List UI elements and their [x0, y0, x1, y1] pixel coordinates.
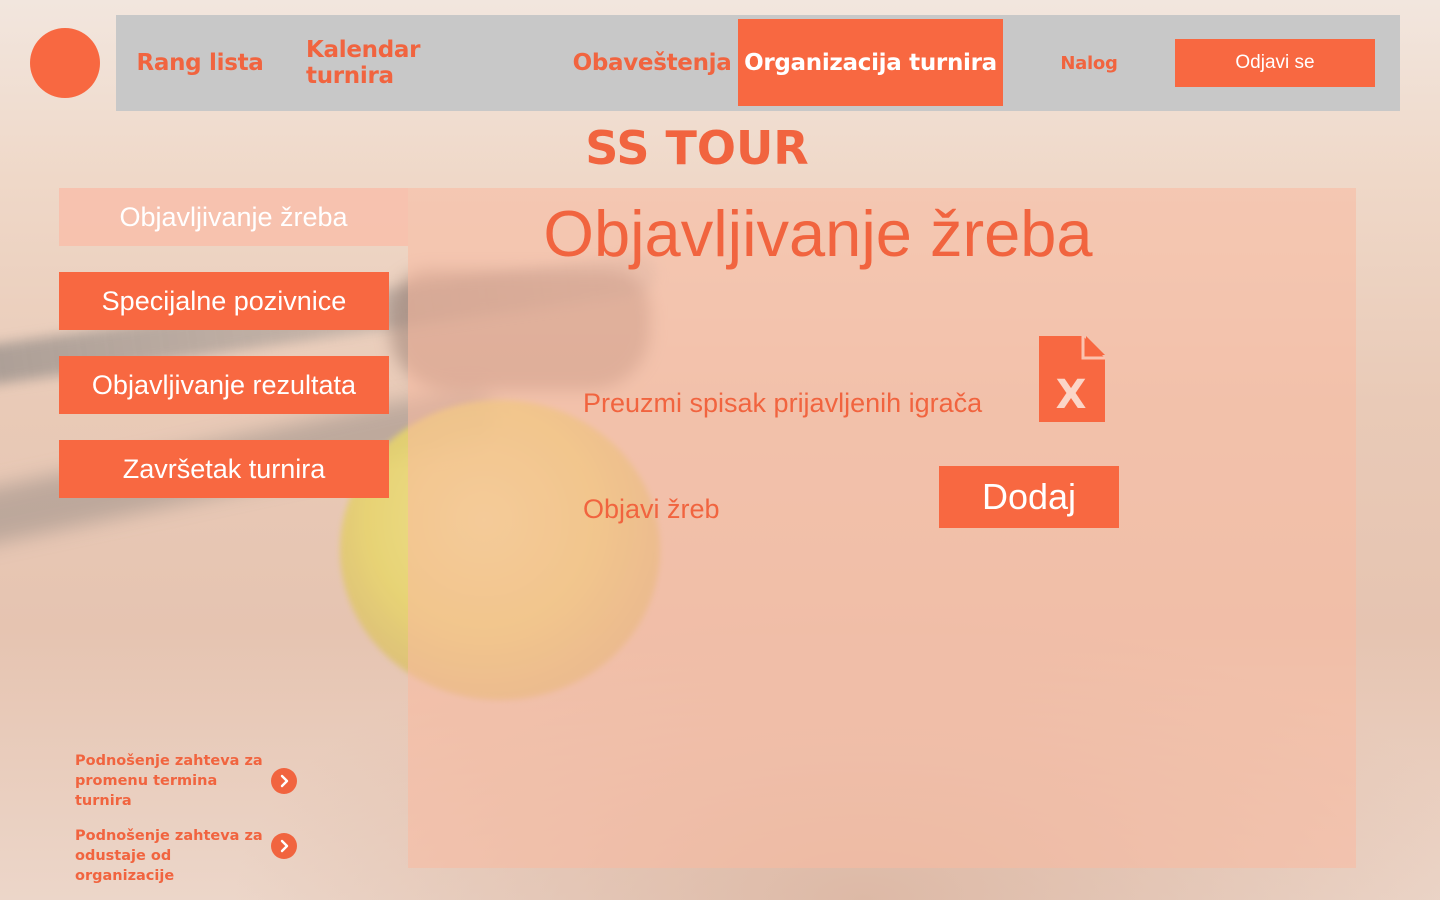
sidebar-item-objavljivanje-zreba[interactable]: Objavljivanje žreba — [59, 188, 408, 246]
download-list-label: Preuzmi spisak prijavljenih igrača — [583, 388, 983, 418]
logo[interactable] — [30, 28, 100, 98]
request-reschedule-link[interactable]: Podnošenje zahteva za promenu termina tu… — [75, 751, 265, 811]
top-nav: Rang lista Kalendar turnira Obaveštenja … — [116, 15, 1400, 111]
svg-text:X: X — [1056, 372, 1087, 418]
nav-kalendar-turnira[interactable]: Kalendar turnira — [306, 15, 510, 111]
brand-title: SS TOUR — [585, 121, 809, 175]
request-withdraw-link[interactable]: Podnošenje zahteva za odustaje od organi… — [75, 826, 265, 886]
main-panel — [408, 188, 1356, 868]
add-button[interactable]: Dodaj — [939, 466, 1119, 528]
sidebar-item-specijalne-pozivnice[interactable]: Specijalne pozivnice — [59, 272, 389, 330]
publish-draw-label: Objavi žreb — [583, 494, 720, 524]
nav-rang-lista[interactable]: Rang lista — [130, 15, 270, 111]
page-title: Objavljivanje žreba — [543, 197, 1093, 270]
chevron-right-icon[interactable] — [271, 768, 297, 794]
nav-obavestenja[interactable]: Obaveštenja — [573, 15, 732, 111]
excel-file-icon[interactable]: X — [1039, 336, 1105, 422]
nav-organizacija-turnira[interactable]: Organizacija turnira — [738, 19, 1003, 106]
sidebar-item-objavljivanje-rezultata[interactable]: Objavljivanje rezultata — [59, 356, 389, 414]
sidebar-item-zavrsetak-turnira[interactable]: Završetak turnira — [59, 440, 389, 498]
logout-button[interactable]: Odjavi se — [1175, 39, 1375, 87]
nav-nalog[interactable]: Nalog — [1046, 15, 1132, 111]
chevron-right-icon[interactable] — [271, 833, 297, 859]
